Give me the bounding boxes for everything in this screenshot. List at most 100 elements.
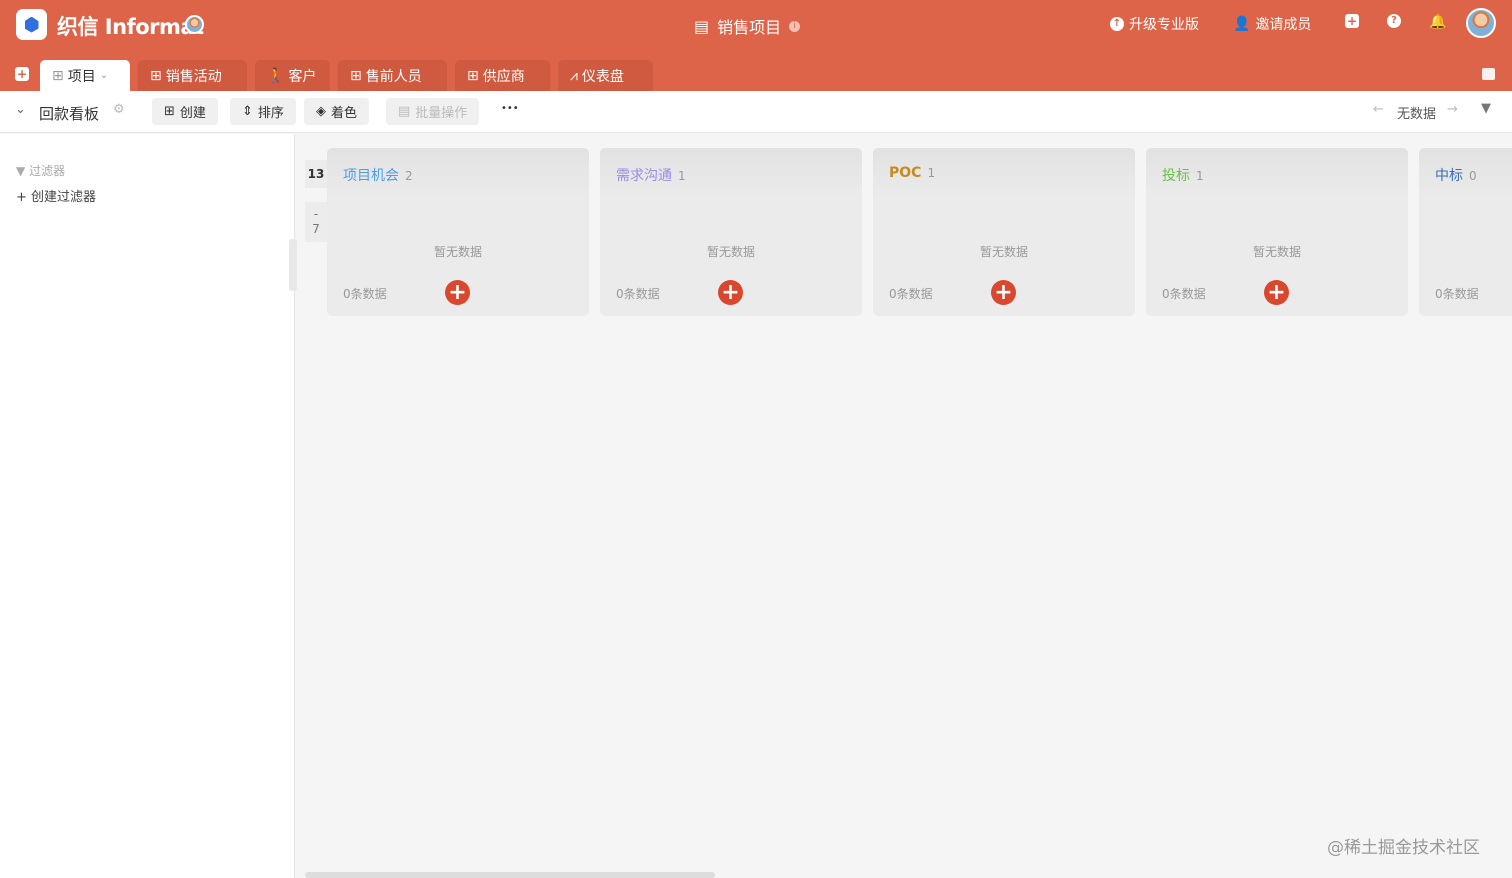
collapse-chevron-icon[interactable]: ⌄ <box>15 102 26 117</box>
create-label: 创建 <box>179 106 206 121</box>
sort-button[interactable]: ⇕ 排序 <box>230 98 296 125</box>
app-avatar[interactable] <box>185 15 204 34</box>
help-button[interactable]: ? <box>1387 14 1401 28</box>
plus-square-icon: + <box>1345 14 1359 28</box>
add-card-button[interactable]: + <box>718 280 743 305</box>
user-avatar[interactable] <box>1466 8 1496 38</box>
empty-text: 暂无数据 <box>433 245 482 259</box>
column-title-text: POC <box>889 165 922 181</box>
prev-arrow-icon[interactable]: ← <box>1373 102 1384 117</box>
record-count: 0条数据 <box>1435 287 1479 301</box>
tab-label: 仪表盘 <box>581 68 624 85</box>
logo-icon[interactable] <box>16 9 47 40</box>
windows-icon[interactable] <box>1482 68 1495 80</box>
sidebar: ▼ 过滤器 + 创建过滤器 <box>0 134 297 878</box>
group-count: 13 <box>305 160 327 188</box>
tab-label: 售前人员 <box>365 68 422 85</box>
user-plus-icon: 👤 <box>1233 16 1251 32</box>
add-card-button[interactable]: + <box>991 280 1016 305</box>
batch-label: 批量操作 <box>415 106 468 121</box>
batch-button[interactable]: ▤ 批量操作 <box>386 98 480 125</box>
plus-square-icon: ⊞ <box>164 104 175 119</box>
sort-icon: ⇕ <box>242 104 253 119</box>
column-count: 1 <box>1196 169 1204 183</box>
chevron-down-icon: ⌄ <box>99 70 109 81</box>
column-title[interactable]: POC 1 <box>889 165 935 181</box>
kanban-column: 项目机会 2 暂无数据 0条数据 + <box>327 148 589 316</box>
upgrade-button[interactable]: ↑ 升级专业版 <box>1110 14 1199 34</box>
record-count: 0条数据 <box>1162 287 1206 301</box>
bell-icon[interactable]: 🔔 <box>1429 14 1446 30</box>
add-tab-icon[interactable]: + <box>15 67 29 81</box>
filter-label: 过滤器 <box>29 164 66 178</box>
column-count: 2 <box>405 169 413 183</box>
grid-icon: ⊞ <box>52 67 64 84</box>
nav-status: 无数据 <box>1397 107 1437 122</box>
tab-customer[interactable]: 🚶 客户 <box>255 60 330 91</box>
grid-icon: ⊞ <box>150 67 162 84</box>
chart-icon: ⩘ <box>570 67 578 84</box>
tab-label: 供应商 <box>482 68 525 85</box>
record-count: 0条数据 <box>889 287 933 301</box>
column-title[interactable]: 中标 0 <box>1435 165 1477 185</box>
column-count: 1 <box>678 169 686 183</box>
record-count: 0条数据 <box>343 287 387 301</box>
tab-presales[interactable]: ⊞ 售前人员 <box>338 60 447 91</box>
tab-project[interactable]: ⊞ 项目 ⌄ <box>40 60 130 91</box>
add-button[interactable]: + <box>1345 14 1359 28</box>
kanban-column: 需求沟通 1 暂无数据 0条数据 + <box>600 148 862 316</box>
tab-dashboard[interactable]: ⩘ 仪表盘 <box>558 60 653 91</box>
record-count: 0条数据 <box>616 287 660 301</box>
column-title-text: 投标 <box>1162 168 1190 184</box>
color-button[interactable]: ◈ 着色 <box>304 98 370 125</box>
grid-icon: ⊞ <box>467 67 479 84</box>
column-count: 1 <box>927 166 936 180</box>
column-title[interactable]: 需求沟通 1 <box>616 165 686 185</box>
column-count: 0 <box>1469 169 1477 183</box>
tab-supplier[interactable]: ⊞ 供应商 <box>455 60 550 91</box>
question-icon: ? <box>1387 14 1401 28</box>
kanban-column: 中标 0 0条数据 <box>1419 148 1512 316</box>
add-card-button[interactable]: + <box>1264 280 1289 305</box>
column-title-text: 中标 <box>1435 168 1463 184</box>
upgrade-label: 升级专业版 <box>1129 17 1199 33</box>
watermark: @稀土掘金技术社区 <box>1327 838 1480 858</box>
plus-icon: + <box>16 190 27 205</box>
list-icon: ▤ <box>398 104 411 119</box>
sort-label: 排序 <box>257 106 284 121</box>
page-title: ▤ 销售项目 i <box>694 14 801 38</box>
toolbar: ⌄ 回款看板 ⚙ ⊞ 创建 ⇕ 排序 ◈ 着色 ▤ 批量操作 ••• ← 无数据 → ▼ <box>0 91 1512 133</box>
tab-sales-activity[interactable]: ⊞ 销售活动 <box>138 60 247 91</box>
tab-label: 客户 <box>288 68 317 85</box>
view-name[interactable]: 回款看板 <box>39 103 99 124</box>
tab-label: 项目 <box>67 68 96 85</box>
add-card-button[interactable]: + <box>445 280 470 305</box>
invite-label: 邀请成员 <box>1255 17 1312 33</box>
gears-icon[interactable]: ⚙ <box>113 102 125 117</box>
column-title-text: 项目机会 <box>343 168 399 184</box>
column-title-text: 需求沟通 <box>616 168 672 184</box>
tab-label: 销售活动 <box>165 68 222 85</box>
column-title[interactable]: 项目机会 2 <box>343 165 413 185</box>
column-title[interactable]: 投标 1 <box>1162 165 1204 185</box>
filter-icon: ▼ <box>16 164 26 178</box>
color-label: 着色 <box>331 106 358 121</box>
grid-icon: ⊞ <box>350 67 362 84</box>
create-button[interactable]: ⊞ 创建 <box>152 98 218 125</box>
range-dash: - <box>313 207 319 221</box>
paint-bucket-icon: ◈ <box>316 104 326 119</box>
filter-icon[interactable]: ▼ <box>1481 101 1491 116</box>
kanban-column: 投标 1 暂无数据 0条数据 + <box>1146 148 1408 316</box>
create-filter-button[interactable]: + 创建过滤器 <box>16 186 96 205</box>
horizontal-scrollbar[interactable] <box>305 872 715 878</box>
group-range: -7 <box>305 202 327 242</box>
invite-button[interactable]: 👤 邀请成员 <box>1233 14 1311 34</box>
filter-heading: ▼ 过滤器 <box>16 162 65 179</box>
info-icon[interactable]: i <box>789 20 801 32</box>
next-arrow-icon[interactable]: → <box>1447 102 1458 117</box>
create-filter-label: 创建过滤器 <box>31 190 97 205</box>
sidebar-collapse-handle[interactable] <box>289 239 297 291</box>
more-button[interactable]: ••• <box>501 103 519 114</box>
brand-name: 织信 Informat <box>57 15 204 39</box>
document-icon: ▤ <box>694 16 710 36</box>
